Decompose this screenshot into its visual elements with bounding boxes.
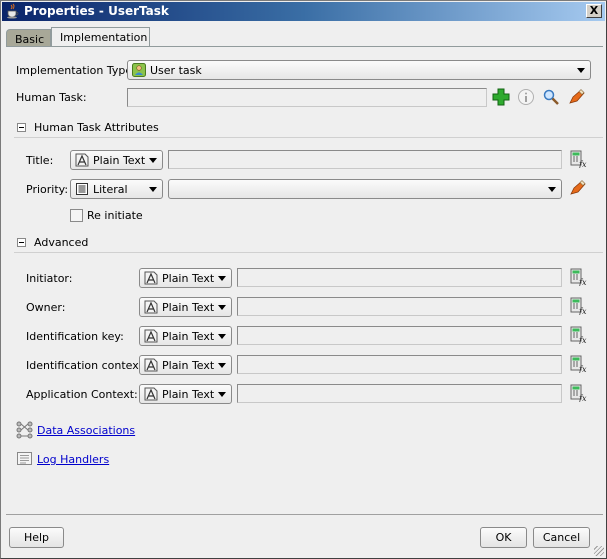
priority-type-value: Literal: [93, 183, 128, 196]
svg-text:fx: fx: [578, 278, 587, 286]
data-associations-link[interactable]: Data Associations: [37, 424, 135, 437]
ok-button[interactable]: OK: [480, 527, 527, 548]
application-context-type-value: Plain Text: [162, 388, 215, 401]
initiator-type-value: Plain Text: [162, 272, 215, 285]
priority-value-select[interactable]: [168, 179, 562, 199]
identification-context-type-select[interactable]: Plain Text: [139, 355, 232, 375]
window-title: Properties - UserTask: [24, 4, 169, 18]
data-associations-icon: [16, 421, 33, 439]
collapse-icon[interactable]: [17, 123, 26, 132]
expression-builder-icon[interactable]: fx: [569, 384, 587, 402]
java-cup-icon: [7, 3, 19, 19]
identification-key-type-select[interactable]: Plain Text: [139, 326, 232, 346]
title-label: Title:: [26, 154, 54, 167]
implementation-panel: Implementation Type: User task Human Tas…: [6, 46, 603, 513]
edit-icon[interactable]: [568, 88, 586, 106]
add-icon[interactable]: [492, 88, 510, 106]
plain-text-icon: [144, 387, 158, 401]
plain-text-icon: [144, 329, 158, 343]
title-type-value: Plain Text: [93, 154, 146, 167]
expression-builder-icon[interactable]: fx: [569, 150, 587, 168]
owner-type-value: Plain Text: [162, 301, 215, 314]
advanced-section: Advanced: [14, 235, 603, 253]
identification-context-label: Identification context:: [26, 359, 147, 372]
chevron-down-icon: [218, 363, 226, 368]
owner-type-select[interactable]: Plain Text: [139, 297, 232, 317]
section-title: Human Task Attributes: [34, 121, 159, 134]
expression-builder-icon[interactable]: fx: [569, 355, 587, 373]
svg-text:fx: fx: [578, 394, 587, 402]
plain-text-icon: [144, 358, 158, 372]
chevron-down-icon: [577, 68, 585, 73]
footer-separator: [6, 514, 603, 515]
human-task-label: Human Task:: [16, 91, 87, 104]
collapse-icon[interactable]: [17, 238, 26, 247]
implementation-type-select[interactable]: User task: [127, 60, 591, 80]
log-handlers-icon: [17, 452, 32, 465]
chevron-down-icon: [149, 187, 157, 192]
expression-builder-icon[interactable]: fx: [569, 297, 587, 315]
chevron-down-icon: [548, 187, 556, 192]
application-context-label: Application Context:: [26, 388, 138, 401]
identification-context-type-value: Plain Text: [162, 359, 215, 372]
identification-key-type-value: Plain Text: [162, 330, 215, 343]
svg-text:fx: fx: [578, 160, 587, 168]
title-bar: Properties - UserTask X: [2, 2, 605, 21]
svg-text:fx: fx: [578, 307, 587, 315]
close-button[interactable]: X: [586, 4, 602, 18]
expression-builder-icon[interactable]: fx: [569, 326, 587, 344]
log-handlers-link[interactable]: Log Handlers: [37, 453, 109, 466]
tab-implementation[interactable]: Implementation: [51, 27, 150, 47]
chevron-down-icon: [149, 158, 157, 163]
literal-icon: [76, 183, 88, 195]
title-input[interactable]: [168, 150, 562, 169]
search-icon[interactable]: [542, 88, 560, 106]
identification-key-label: Identification key:: [26, 330, 124, 343]
resize-grip[interactable]: [594, 546, 604, 556]
reinitiate-checkbox[interactable]: [70, 209, 83, 222]
owner-input[interactable]: [237, 297, 562, 316]
svg-text:fx: fx: [578, 365, 587, 373]
initiator-input[interactable]: [237, 268, 562, 287]
chevron-down-icon: [218, 305, 226, 310]
svg-text:fx: fx: [578, 336, 587, 344]
reinitiate-label: Re initiate: [87, 209, 143, 222]
priority-label: Priority:: [26, 183, 69, 196]
cancel-button[interactable]: Cancel: [533, 527, 590, 548]
human-task-input[interactable]: [127, 88, 487, 107]
application-context-type-select[interactable]: Plain Text: [139, 384, 232, 404]
section-title: Advanced: [34, 236, 89, 249]
expression-builder-icon[interactable]: fx: [569, 268, 587, 286]
application-context-input[interactable]: [237, 384, 562, 403]
edit-icon[interactable]: [569, 179, 587, 197]
plain-text-icon: [144, 300, 158, 314]
plain-text-icon: [144, 271, 158, 285]
chevron-down-icon: [218, 276, 226, 281]
identification-key-input[interactable]: [237, 326, 562, 345]
title-type-select[interactable]: Plain Text: [70, 150, 163, 170]
implementation-type-label: Implementation Type:: [16, 64, 136, 77]
plain-text-icon: [75, 153, 89, 167]
tab-basic[interactable]: Basic: [6, 29, 51, 46]
initiator-type-select[interactable]: Plain Text: [139, 268, 232, 288]
chevron-down-icon: [218, 334, 226, 339]
user-task-icon: [132, 63, 146, 77]
implementation-type-value: User task: [150, 64, 202, 77]
initiator-label: Initiator:: [26, 272, 73, 285]
chevron-down-icon: [218, 392, 226, 397]
human-task-attributes-section: Human Task Attributes: [14, 120, 603, 138]
owner-label: Owner:: [26, 301, 66, 314]
help-button[interactable]: Help: [9, 527, 64, 548]
info-icon[interactable]: [517, 88, 535, 106]
properties-dialog: Properties - UserTask X Basic Implementa…: [0, 0, 607, 559]
identification-context-input[interactable]: [237, 355, 562, 374]
priority-type-select[interactable]: Literal: [70, 179, 163, 199]
